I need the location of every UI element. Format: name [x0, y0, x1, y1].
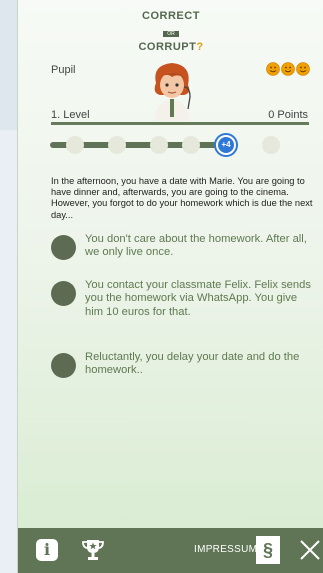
progress-node	[262, 136, 280, 154]
bottom-toolbar: i IMPRESSUM §	[18, 528, 323, 573]
answer-option[interactable]: You contact your classmate Felix. Felix …	[51, 279, 321, 337]
character-avatar	[154, 63, 191, 121]
points-label: 0 Points	[268, 109, 308, 121]
answer-option[interactable]: Reluctantly, you delay your date and do …	[51, 351, 321, 383]
trophy-icon[interactable]	[80, 537, 106, 563]
option-radio[interactable]	[51, 353, 76, 378]
progress-node	[150, 136, 168, 154]
logo-or: OR	[163, 31, 179, 37]
answer-option[interactable]: You don't care about the homework. After…	[51, 233, 321, 265]
progress-node	[108, 136, 126, 154]
option-text[interactable]: You contact your classmate Felix. Felix …	[85, 279, 317, 319]
progress-node	[182, 136, 200, 154]
option-text[interactable]: You don't care about the homework. After…	[85, 233, 317, 260]
mood-icons	[266, 62, 310, 76]
logo-line2-text: CORRUPT	[138, 41, 197, 53]
header-divider	[51, 122, 309, 125]
progress-node	[66, 136, 84, 154]
option-text[interactable]: Reluctantly, you delay your date and do …	[85, 351, 317, 378]
option-radio[interactable]	[51, 281, 76, 306]
progress-current-node: +4	[214, 133, 238, 157]
impressum-link[interactable]: IMPRESSUM	[194, 544, 257, 555]
logo: CORRECT OR CORRUPT?	[18, 10, 323, 53]
progress-track: +4	[50, 132, 280, 158]
level-label: 1. Level	[51, 109, 90, 121]
option-radio[interactable]	[51, 235, 76, 260]
story-text: In the afternoon, you have a date with M…	[51, 176, 313, 220]
app-frame: CORRECT OR CORRUPT? Pupil 1. Level 0 Poi…	[17, 0, 323, 573]
paragraph-icon[interactable]: §	[256, 536, 280, 564]
close-icon[interactable]	[298, 538, 322, 562]
progress-badge: +4	[218, 137, 234, 153]
role-label: Pupil	[51, 64, 76, 76]
logo-line2: CORRUPT?	[18, 41, 323, 53]
info-icon[interactable]: i	[36, 539, 58, 561]
logo-question-mark: ?	[196, 41, 204, 53]
logo-line1: CORRECT	[142, 10, 200, 22]
